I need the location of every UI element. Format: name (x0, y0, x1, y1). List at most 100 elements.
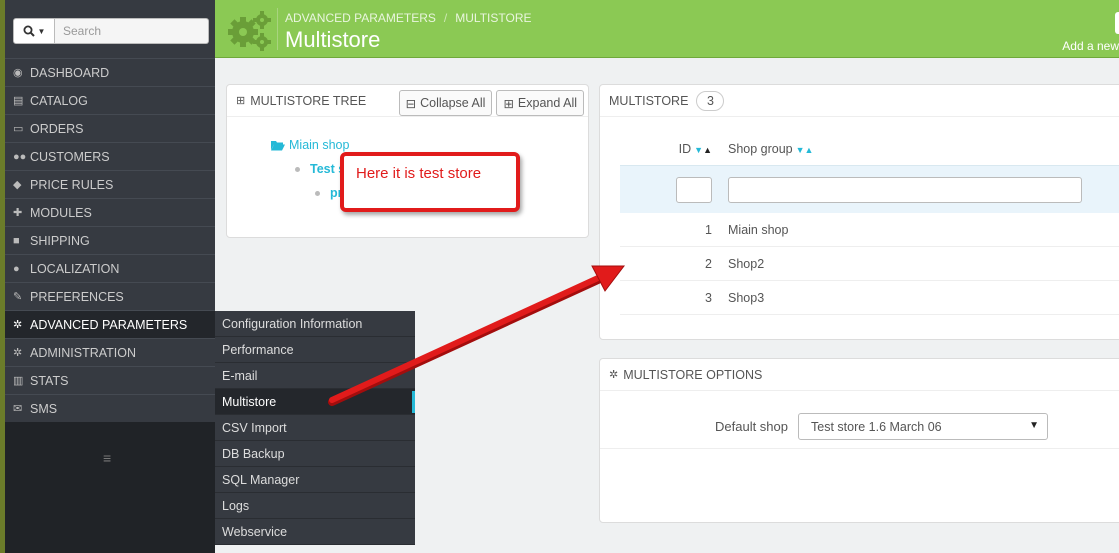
add-new-button[interactable]: Add a new (1062, 39, 1119, 53)
default-shop-row: Default shop Test store 1.6 March 06 ▼ (600, 405, 1119, 449)
search-icon (23, 25, 35, 37)
cell-id: 2 (705, 256, 712, 271)
menu-item-label: PREFERENCES (30, 289, 124, 304)
panel-title: MULTISTORE TREE (250, 93, 367, 108)
main-menu: ◉ DASHBOARD ▤ CATALOG ▭ ORDERS ●● CUSTOMERS … (5, 58, 215, 422)
menu-item-preferences[interactable]: ✎ PREFERENCES (5, 282, 215, 310)
panel-title: MULTISTORE OPTIONS (623, 367, 763, 382)
submenu-item-webservice[interactable]: Webservice (215, 519, 415, 545)
globe-icon: ● (13, 262, 20, 275)
menu-item-label: SMS (30, 401, 58, 416)
shop-group-table: ID ▼▲ Shop group ▼▲ 1 Miain shop 2 Shop2 3 Sh… (620, 133, 1119, 315)
menu-item-modules[interactable]: ✚ MODULES (5, 198, 215, 226)
panel-title: MULTISTORE (609, 93, 689, 108)
multistore-list-panel: MULTISTORE 3 ID ▼▲ Shop group ▼▲ 1 Miain sh… (599, 84, 1119, 340)
caret-down-icon: ▼ (37, 26, 46, 36)
cell-id: 3 (705, 290, 712, 305)
search-menu-button[interactable]: ▼ (13, 18, 55, 44)
credit-card-icon: ▭ (13, 123, 24, 135)
cell-name: Shop2 (728, 256, 765, 271)
menu-item-label: SHIPPING (30, 233, 90, 248)
users-icon: ●● (13, 150, 27, 163)
menu-item-label: LOCALIZATION (30, 261, 120, 276)
column-header-shop-group[interactable]: Shop group ▼▲ (720, 142, 1119, 156)
search-input[interactable]: Search (55, 18, 209, 44)
store-tree: Miain shop Test s pr (271, 133, 349, 205)
breadcrumb-item[interactable]: MULTISTORE (455, 11, 531, 25)
menu-item-label: MODULES (30, 205, 92, 220)
filter-row (620, 165, 1119, 213)
menu-item-administration[interactable]: ✲ ADMINISTRATION (5, 338, 215, 366)
table-row[interactable]: 2 Shop2 (620, 247, 1119, 281)
header-divider (277, 8, 278, 50)
menu-item-orders[interactable]: ▭ ORDERS (5, 114, 215, 142)
menu-item-label: PRICE RULES (30, 177, 114, 192)
expand-all-button[interactable]: ⊞ Expand All (496, 90, 584, 116)
filter-id-input[interactable] (676, 176, 712, 203)
count-badge: 3 (696, 90, 725, 111)
default-shop-value: Test store 1.6 March 06 (811, 419, 942, 434)
menu-item-price-rules[interactable]: ◆ PRICE RULES (5, 170, 215, 198)
menu-item-sms[interactable]: ✉ SMS (5, 394, 215, 422)
expand-all-label: Expand All (517, 96, 577, 110)
breadcrumb: ADVANCED PARAMETERS / MULTISTORE (285, 11, 532, 25)
submenu-item-csv-import[interactable]: CSV Import (215, 415, 415, 441)
menu-item-label: STATS (30, 373, 69, 388)
collapse-all-button[interactable]: ⊟ Collapse All (398, 90, 493, 116)
cog-icon: ✲ (13, 347, 23, 359)
cogs-icon: ✲ (13, 319, 23, 331)
submenu-item-logs[interactable]: Logs (215, 493, 415, 519)
breadcrumb-item[interactable]: ADVANCED PARAMETERS (285, 11, 436, 25)
dashboard-icon: ◉ (13, 67, 23, 79)
menu-item-dashboard[interactable]: ◉ DASHBOARD (5, 58, 215, 86)
column-header-label: Shop group (728, 142, 793, 156)
sidebar-footer: ≡ (5, 422, 215, 553)
menu-item-customers[interactable]: ●● CUSTOMERS (5, 142, 215, 170)
add-new-icon[interactable] (1115, 12, 1119, 34)
column-header-label: ID (678, 142, 692, 156)
submenu-item-performance[interactable]: Performance (215, 337, 415, 363)
default-shop-select[interactable]: Test store 1.6 March 06 ▼ (798, 413, 1048, 440)
tags-icon: ◆ (13, 179, 22, 191)
menu-item-localization[interactable]: ● LOCALIZATION (5, 254, 215, 282)
table-row[interactable]: 3 Shop3 (620, 281, 1119, 315)
tree-node-grandchild[interactable]: pr (271, 181, 349, 205)
annotation-text: Here it is test store (356, 165, 482, 182)
sitemap-icon: ⊞ (236, 95, 246, 107)
table-row[interactable]: 1 Miain shop (620, 213, 1119, 247)
breadcrumb-separator: / (443, 11, 448, 25)
cell-name: Shop3 (728, 290, 765, 305)
submenu-item-sql-manager[interactable]: SQL Manager (215, 467, 415, 493)
default-shop-label: Default shop (715, 419, 788, 434)
submenu-item-multistore[interactable]: Multistore (215, 389, 415, 415)
bullet-icon (315, 190, 320, 196)
sort-icon[interactable]: ▼▲ (796, 145, 814, 155)
menu-item-advanced-parameters[interactable]: ✲ ADVANCED PARAMETERS (5, 310, 215, 338)
menu-item-stats[interactable]: ▥ STATS (5, 366, 215, 394)
cogs-icon: ✲ (609, 369, 619, 381)
tree-node-root[interactable]: Miain shop (271, 133, 349, 157)
hamburger-collapse-icon[interactable]: ≡ (103, 450, 111, 466)
truck-icon: ■ (13, 234, 20, 247)
submenu-item-email[interactable]: E-mail (215, 363, 415, 389)
menu-item-catalog[interactable]: ▤ CATALOG (5, 86, 215, 114)
caret-down-icon: ▼ (1029, 420, 1039, 431)
submenu-item-db-backup[interactable]: DB Backup (215, 441, 415, 467)
annotation-callout: Here it is test store (340, 152, 520, 212)
tree-node-child[interactable]: Test s (271, 157, 349, 181)
book-icon: ▤ (13, 95, 24, 107)
table-header: ID ▼▲ Shop group ▼▲ (620, 133, 1119, 165)
plus-square-icon: ⊞ (503, 96, 514, 111)
menu-item-label: ORDERS (30, 121, 84, 136)
menu-item-shipping[interactable]: ■ SHIPPING (5, 226, 215, 254)
filter-shop-group-input[interactable] (728, 176, 1082, 203)
search-bar: ▼ Search (13, 18, 209, 44)
minus-square-icon: ⊟ (405, 96, 417, 111)
tree-node-label: Miain shop (289, 138, 350, 152)
menu-item-label: ADVANCED PARAMETERS (30, 317, 188, 332)
submenu-item-configuration-information[interactable]: Configuration Information (215, 311, 415, 337)
sort-icon[interactable]: ▼▲ (694, 145, 712, 155)
folder-open-icon (271, 140, 285, 150)
menu-item-label: CATALOG (30, 93, 88, 108)
column-header-id[interactable]: ID ▼▲ (620, 142, 720, 156)
